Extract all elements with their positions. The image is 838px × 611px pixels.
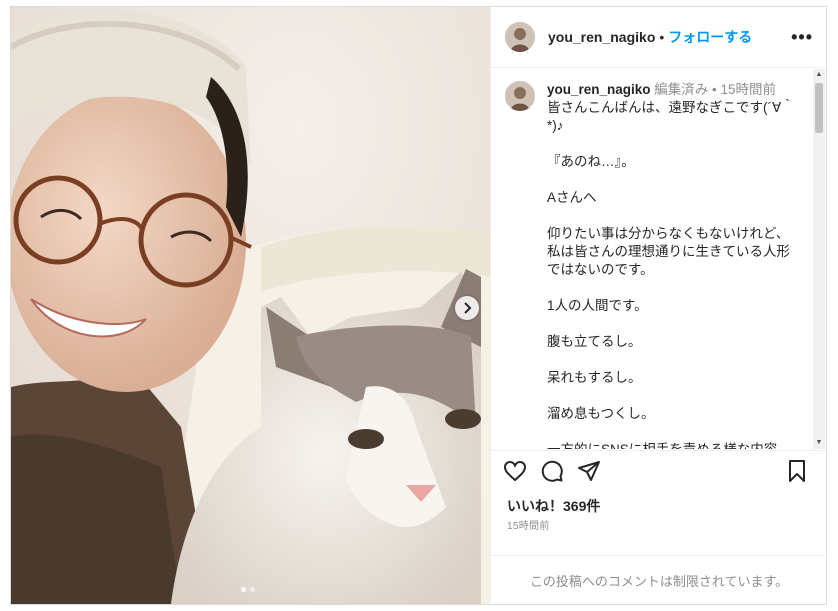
carousel-dot xyxy=(241,587,246,592)
caption-area: you_ren_nagiko 編集済み • 15時間前 皆さんこんばんは、遠野な… xyxy=(491,69,811,449)
caption-text: you_ren_nagiko 編集済み • 15時間前 皆さんこんばんは、遠野な… xyxy=(547,81,802,449)
carousel-indicator xyxy=(241,587,255,592)
scroll-thumb[interactable] xyxy=(815,83,823,133)
caption-line xyxy=(547,279,802,297)
post-photo[interactable] xyxy=(11,7,490,604)
caption-line: 腹も立てるし。 xyxy=(547,334,642,349)
caption-line: 仰りたい事は分からなくもないけれど、私は皆さんの理想通りに生きている人形ではない… xyxy=(547,226,790,277)
share-icon[interactable] xyxy=(577,459,601,483)
caption-meta: 編集済み • 15時間前 xyxy=(654,82,777,97)
caption-username[interactable]: you_ren_nagiko xyxy=(547,82,651,97)
caption-line: Aさんへ xyxy=(547,190,597,205)
more-options-icon[interactable]: ••• xyxy=(791,27,813,48)
heart-icon[interactable] xyxy=(503,459,527,483)
comment-icon[interactable] xyxy=(540,459,564,483)
caption-line xyxy=(547,135,802,153)
comments-restricted-notice: この投稿へのコメントは制限されています。 xyxy=(491,555,827,605)
post-sidebar: you_ren_nagiko • フォローする ••• you_ren_nagi… xyxy=(490,7,827,604)
caption-line: 『あのね…』。 xyxy=(547,154,635,169)
caption-line: 呆れもするし。 xyxy=(547,370,642,385)
next-photo-button[interactable] xyxy=(455,296,479,320)
caption-line xyxy=(547,351,802,369)
username-link[interactable]: you_ren_nagiko xyxy=(548,29,655,45)
chevron-right-icon xyxy=(462,302,472,314)
scroll-down-icon[interactable]: ▼ xyxy=(813,437,825,449)
photo-image xyxy=(11,7,490,604)
carousel-dot xyxy=(250,587,255,592)
separator-dot: • xyxy=(659,29,665,45)
comments-restricted-text: この投稿へのコメントは制限されています。 xyxy=(529,574,789,589)
caption-line: 溜め息もつくし。 xyxy=(547,406,655,421)
caption-line xyxy=(547,207,802,225)
avatar[interactable] xyxy=(505,22,535,52)
post-header: you_ren_nagiko • フォローする ••• xyxy=(491,7,827,68)
caption-line xyxy=(547,423,802,441)
caption-line: 1人の人間です。 xyxy=(547,298,648,313)
caption-line: 一方的にSNSに相手を責める様な内容 xyxy=(547,441,802,449)
caption-lines: 皆さんこんばんは、遠野なぎこです(´∀｀*)♪ 『あのね…』。 Aさんへ 仰りた… xyxy=(547,99,802,449)
follow-button[interactable]: フォローする xyxy=(668,27,752,47)
caption-scrollbar[interactable]: ▲ ▼ xyxy=(813,69,825,449)
caption-avatar[interactable] xyxy=(505,81,535,111)
caption-line: 皆さんこんばんは、遠野なぎこです(´∀｀*)♪ xyxy=(547,100,795,133)
post-dialog: you_ren_nagiko • フォローする ••• you_ren_nagi… xyxy=(10,6,827,605)
timestamp[interactable]: 15時間前 xyxy=(507,517,550,532)
caption-line xyxy=(547,387,802,405)
likes-count[interactable]: いいね！369件 xyxy=(507,496,600,516)
caption-line xyxy=(547,171,802,189)
bookmark-icon[interactable] xyxy=(785,459,809,483)
scroll-up-icon[interactable]: ▲ xyxy=(813,69,825,81)
action-bar xyxy=(491,450,827,490)
caption-line xyxy=(547,315,802,333)
